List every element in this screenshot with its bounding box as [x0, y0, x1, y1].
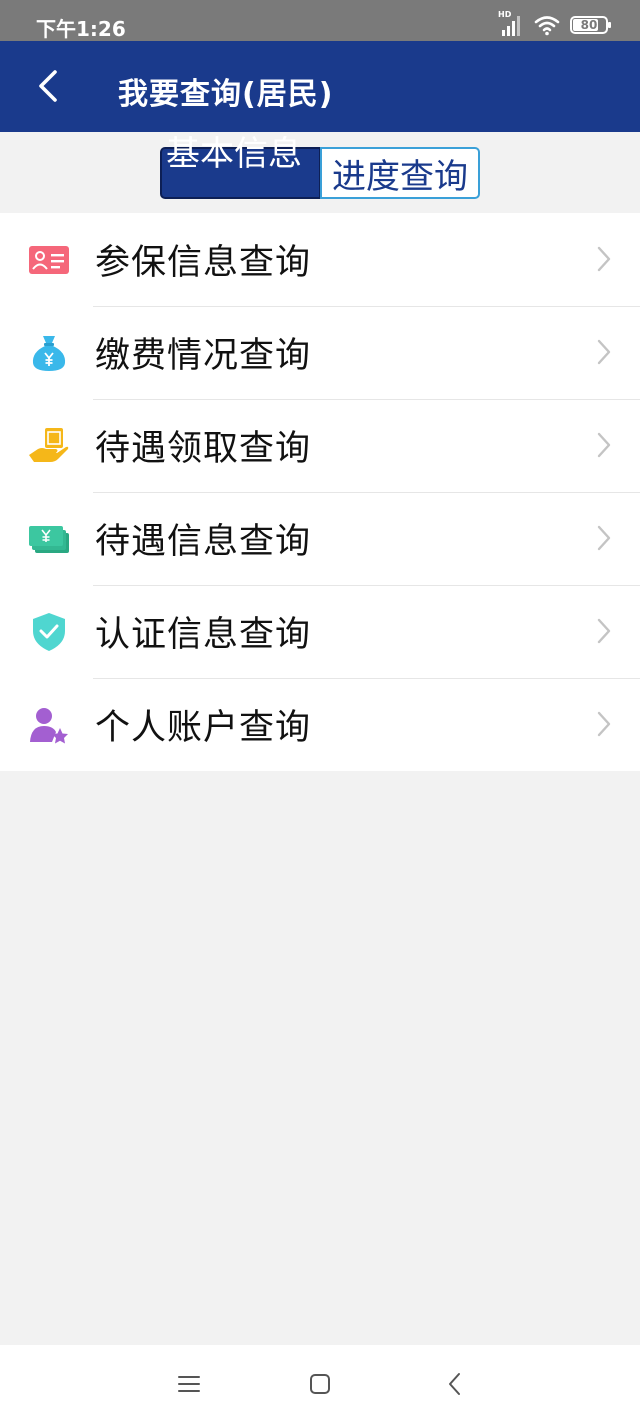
- chevron-right-icon: [597, 339, 611, 365]
- chevron-right-icon: [597, 432, 611, 458]
- wifi-icon: [534, 16, 560, 36]
- hamburger-icon[interactable]: [176, 1371, 202, 1397]
- page-title: 我要查询(居民): [118, 77, 334, 112]
- hand-coin-icon: [29, 428, 69, 462]
- menu-item-label: 待遇领取查询: [95, 429, 312, 469]
- menu-item-label: 个人账户查询: [95, 708, 312, 748]
- triangle-back-icon[interactable]: [442, 1371, 468, 1397]
- menu-item-label: 待遇信息查询: [95, 522, 312, 562]
- banknotes-icon: [29, 526, 69, 553]
- chevron-right-icon: [597, 618, 611, 644]
- cellular-signal-icon: HD: [498, 10, 524, 36]
- battery-icon: 80: [570, 16, 611, 34]
- network-badge: HD: [498, 10, 512, 19]
- back-button[interactable]: [26, 63, 70, 109]
- status-bar: 下午1:26 HD 80: [0, 0, 640, 41]
- menu-item-benefit-collection[interactable]: 待遇领取查询: [0, 399, 640, 492]
- query-menu-list: 参保信息查询 缴费情况查询 待遇领取查询 待遇信息查询 认证信息查询 个人账户查…: [0, 213, 640, 771]
- system-nav-bar: [0, 1345, 640, 1422]
- tab-label: 基本信息: [166, 134, 302, 174]
- chevron-left-icon: [39, 70, 57, 102]
- menu-item-personal-account[interactable]: 个人账户查询: [0, 678, 640, 771]
- tab-label: 进度查询: [332, 156, 468, 197]
- money-bag-icon: [32, 336, 66, 371]
- chevron-right-icon: [597, 711, 611, 737]
- menu-item-label: 参保信息查询: [95, 243, 312, 283]
- menu-item-benefit-info[interactable]: 待遇信息查询: [0, 492, 640, 585]
- menu-item-payment-status[interactable]: 缴费情况查询: [0, 306, 640, 399]
- user-star-icon: [30, 708, 68, 744]
- id-card-icon: [29, 246, 69, 274]
- app-bar: 我要查询(居民): [0, 41, 640, 132]
- battery-level: 80: [580, 18, 598, 32]
- chevron-right-icon: [597, 525, 611, 551]
- menu-item-certification-info[interactable]: 认证信息查询: [0, 585, 640, 678]
- menu-item-insurance-info[interactable]: 参保信息查询: [0, 213, 640, 306]
- status-time: 下午1:26: [36, 17, 126, 41]
- menu-item-label: 认证信息查询: [95, 615, 312, 655]
- tab-bar: 基本信息 进度查询: [0, 132, 640, 213]
- tab-progress-query[interactable]: 进度查询: [320, 147, 480, 199]
- square-icon[interactable]: [307, 1371, 333, 1397]
- shield-check-icon: [33, 613, 65, 651]
- tab-basic-info[interactable]: 基本信息: [160, 134, 321, 199]
- menu-item-label: 缴费情况查询: [95, 336, 312, 376]
- chevron-right-icon: [597, 246, 611, 272]
- status-icons: HD 80: [498, 10, 611, 36]
